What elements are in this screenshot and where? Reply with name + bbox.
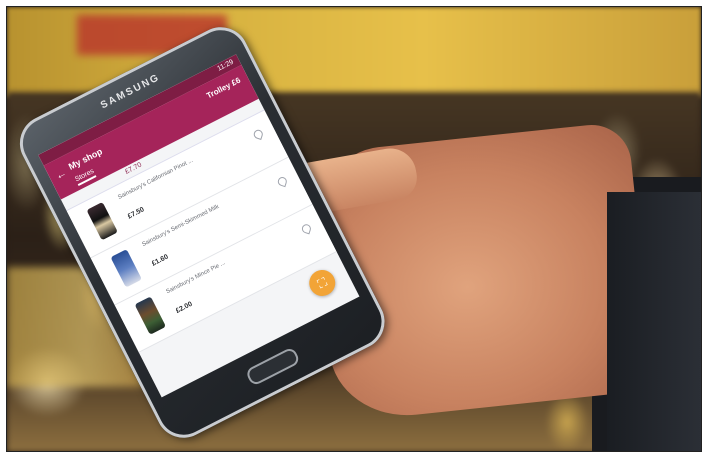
location-pin-icon[interactable] [300,223,313,235]
item-price: £1.60 [150,253,170,268]
item-price: £7.50 [126,206,146,221]
back-arrow-icon[interactable]: ← [54,167,69,183]
jacket-sleeve [607,192,701,451]
photo: SAMSUNG 11:29 ← My shop Trolley £6 Store… [6,6,702,452]
wine-bottle-image [86,201,118,241]
location-pin-icon[interactable] [276,175,289,188]
location-pin-icon[interactable] [252,128,264,140]
home-button[interactable] [244,346,301,387]
scan-icon[interactable]: ⛶ [304,265,340,301]
item-price: £2.00 [174,300,194,315]
app-title: My shop [66,146,104,172]
jar-image [134,296,167,335]
trolley-total[interactable]: Trolley £6 [205,76,242,101]
milk-carton-image [110,249,142,288]
